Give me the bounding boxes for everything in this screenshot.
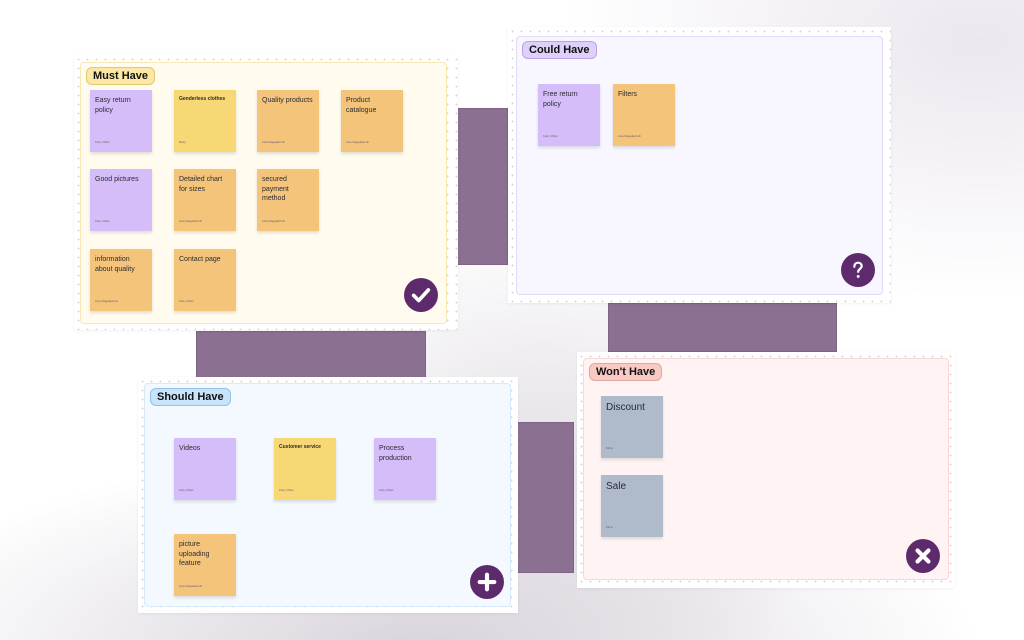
note-author: Lika Magalashvili [95,299,118,303]
note-author: Betty [179,140,186,144]
must-have-frame: Must Have Easy return policy Katy Chilet… [74,55,458,330]
sticky-note[interactable]: Filters Lika Magalashvili [613,84,675,146]
note-text: Filters [618,91,638,98]
sticky-note[interactable]: picture uploading feature Lika Magalashv… [174,534,236,596]
sticky-note[interactable]: Product catalogue Lika Magalashvili [341,90,403,152]
note-text: secured payment method [262,176,289,202]
close-x-icon [915,548,931,564]
sticky-note[interactable]: Detailed chart for sizes Lika Magalashvi… [174,169,236,231]
sticky-note[interactable]: Quality products Lika Magalashvili [257,90,319,152]
connector-must-could [457,108,508,265]
section-label-must-have: Must Have [86,67,156,85]
note-author: Lika Magalashvili [346,140,369,144]
note-author: Katy Chilet [95,219,110,223]
note-text: Detailed chart for sizes [179,176,223,193]
sticky-note[interactable]: information about quality Lika Magalashv… [90,249,152,311]
note-text: Easy return policy [95,97,131,114]
note-author: Katy Chilet [543,134,558,138]
note-text: Good pictures [95,176,139,183]
note-author: Lika Magalashvili [179,584,202,588]
note-author: Lika Magalashvili [179,219,202,223]
note-author: Katy Chilet [179,488,194,492]
sticky-note[interactable]: Free return policy Katy Chilet [538,84,600,146]
sticky-note[interactable]: Good pictures Katy Chilet [90,169,152,231]
sticky-note[interactable]: Customer service Katy Chilet [274,438,336,500]
wont-have-frame: Won't Have Discount Mina Sale Mina [577,352,955,588]
question-badge [841,253,875,287]
question-mark-icon [853,261,863,278]
note-author: Lika Magalashvili [618,134,641,138]
connector-must-should [196,331,426,378]
section-label-should-have: Should Have [150,388,231,406]
note-author: Katy Chilet [379,488,394,492]
close-badge [906,539,940,573]
note-author: Lika Magalashvili [262,140,285,144]
note-author: Mina [606,446,613,450]
should-have-frame: Should Have Videos Katy Chilet Customer … [138,377,518,613]
note-text: Product catalogue [346,97,377,114]
note-text: Free return policy [543,91,578,108]
sticky-note[interactable]: Videos Katy Chilet [174,438,236,500]
check-icon [411,288,431,303]
should-have-section: Should Have Videos Katy Chilet Customer … [144,383,511,607]
sticky-note[interactable]: Contact page Katy Chilet [174,249,236,311]
could-have-frame: Could Have Free return policy Katy Chile… [508,27,891,303]
note-text: Sale [606,481,627,492]
sticky-note[interactable]: secured payment method Lika Magalashvili [257,169,319,231]
check-badge [404,278,438,312]
sticky-note[interactable]: Process production Katy Chilet [374,438,436,500]
plus-badge [470,565,504,599]
note-text: Quality products [262,97,313,104]
sticky-note[interactable]: Sale Mina [601,475,663,537]
section-label-wont-have: Won't Have [589,363,663,381]
note-author: Katy Chilet [279,488,294,492]
wont-have-section: Won't Have Discount Mina Sale Mina [583,358,949,580]
note-author: Katy Chilet [179,299,194,303]
note-text: Process production [379,445,412,462]
note-author: Lika Magalashvili [262,219,285,223]
note-text: Customer service [279,444,321,450]
sticky-note[interactable]: Discount Mina [601,396,663,458]
note-text: Genderless clothes [179,96,226,102]
could-have-section: Could Have Free return policy Katy Chile… [516,36,883,295]
note-text: information about quality [95,256,135,273]
must-have-section: Must Have Easy return policy Katy Chilet… [80,62,447,324]
sticky-note[interactable]: Easy return policy Katy Chilet [90,90,152,152]
plus-icon [477,572,497,592]
note-text: picture uploading feature [179,541,210,567]
note-text: Contact page [179,256,221,263]
connector-could-wont [608,303,837,352]
note-author: Mina [606,525,613,529]
note-author: Katy Chilet [95,140,110,144]
section-label-could-have: Could Have [522,41,597,59]
note-text: Videos [179,445,201,452]
connector-should-wont [517,422,574,573]
sticky-note[interactable]: Genderless clothes Betty [174,90,236,152]
note-text: Discount [606,402,645,413]
